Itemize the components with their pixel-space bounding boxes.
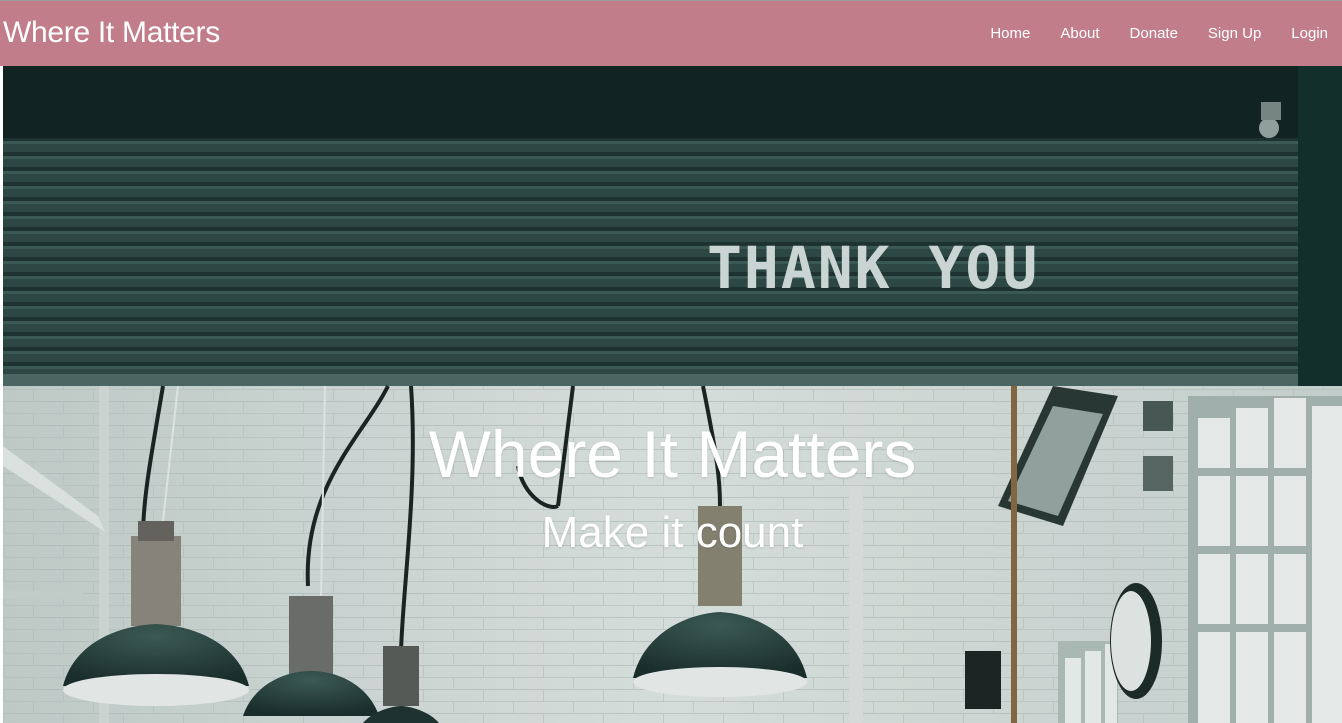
top-navbar: Where It Matters Home About Donate Sign … xyxy=(0,0,1342,66)
nav-link-about[interactable]: About xyxy=(1060,25,1099,42)
nav-link-home[interactable]: Home xyxy=(990,25,1030,42)
nav-link-sign-up[interactable]: Sign Up xyxy=(1208,25,1261,42)
hero-subtitle: Make it count xyxy=(541,508,804,557)
nav-link-login[interactable]: Login xyxy=(1291,25,1328,42)
main-nav: Home About Donate Sign Up Login xyxy=(960,25,1328,42)
hero-background-image: THANK YOU xyxy=(3,66,1342,723)
nav-link-donate[interactable]: Donate xyxy=(1130,25,1178,42)
hero-title: Where It Matters xyxy=(428,417,917,491)
brand-logo-link[interactable]: Where It Matters xyxy=(3,16,220,50)
hero-section: THANK YOU Where It Matters Make it count xyxy=(3,66,1342,723)
